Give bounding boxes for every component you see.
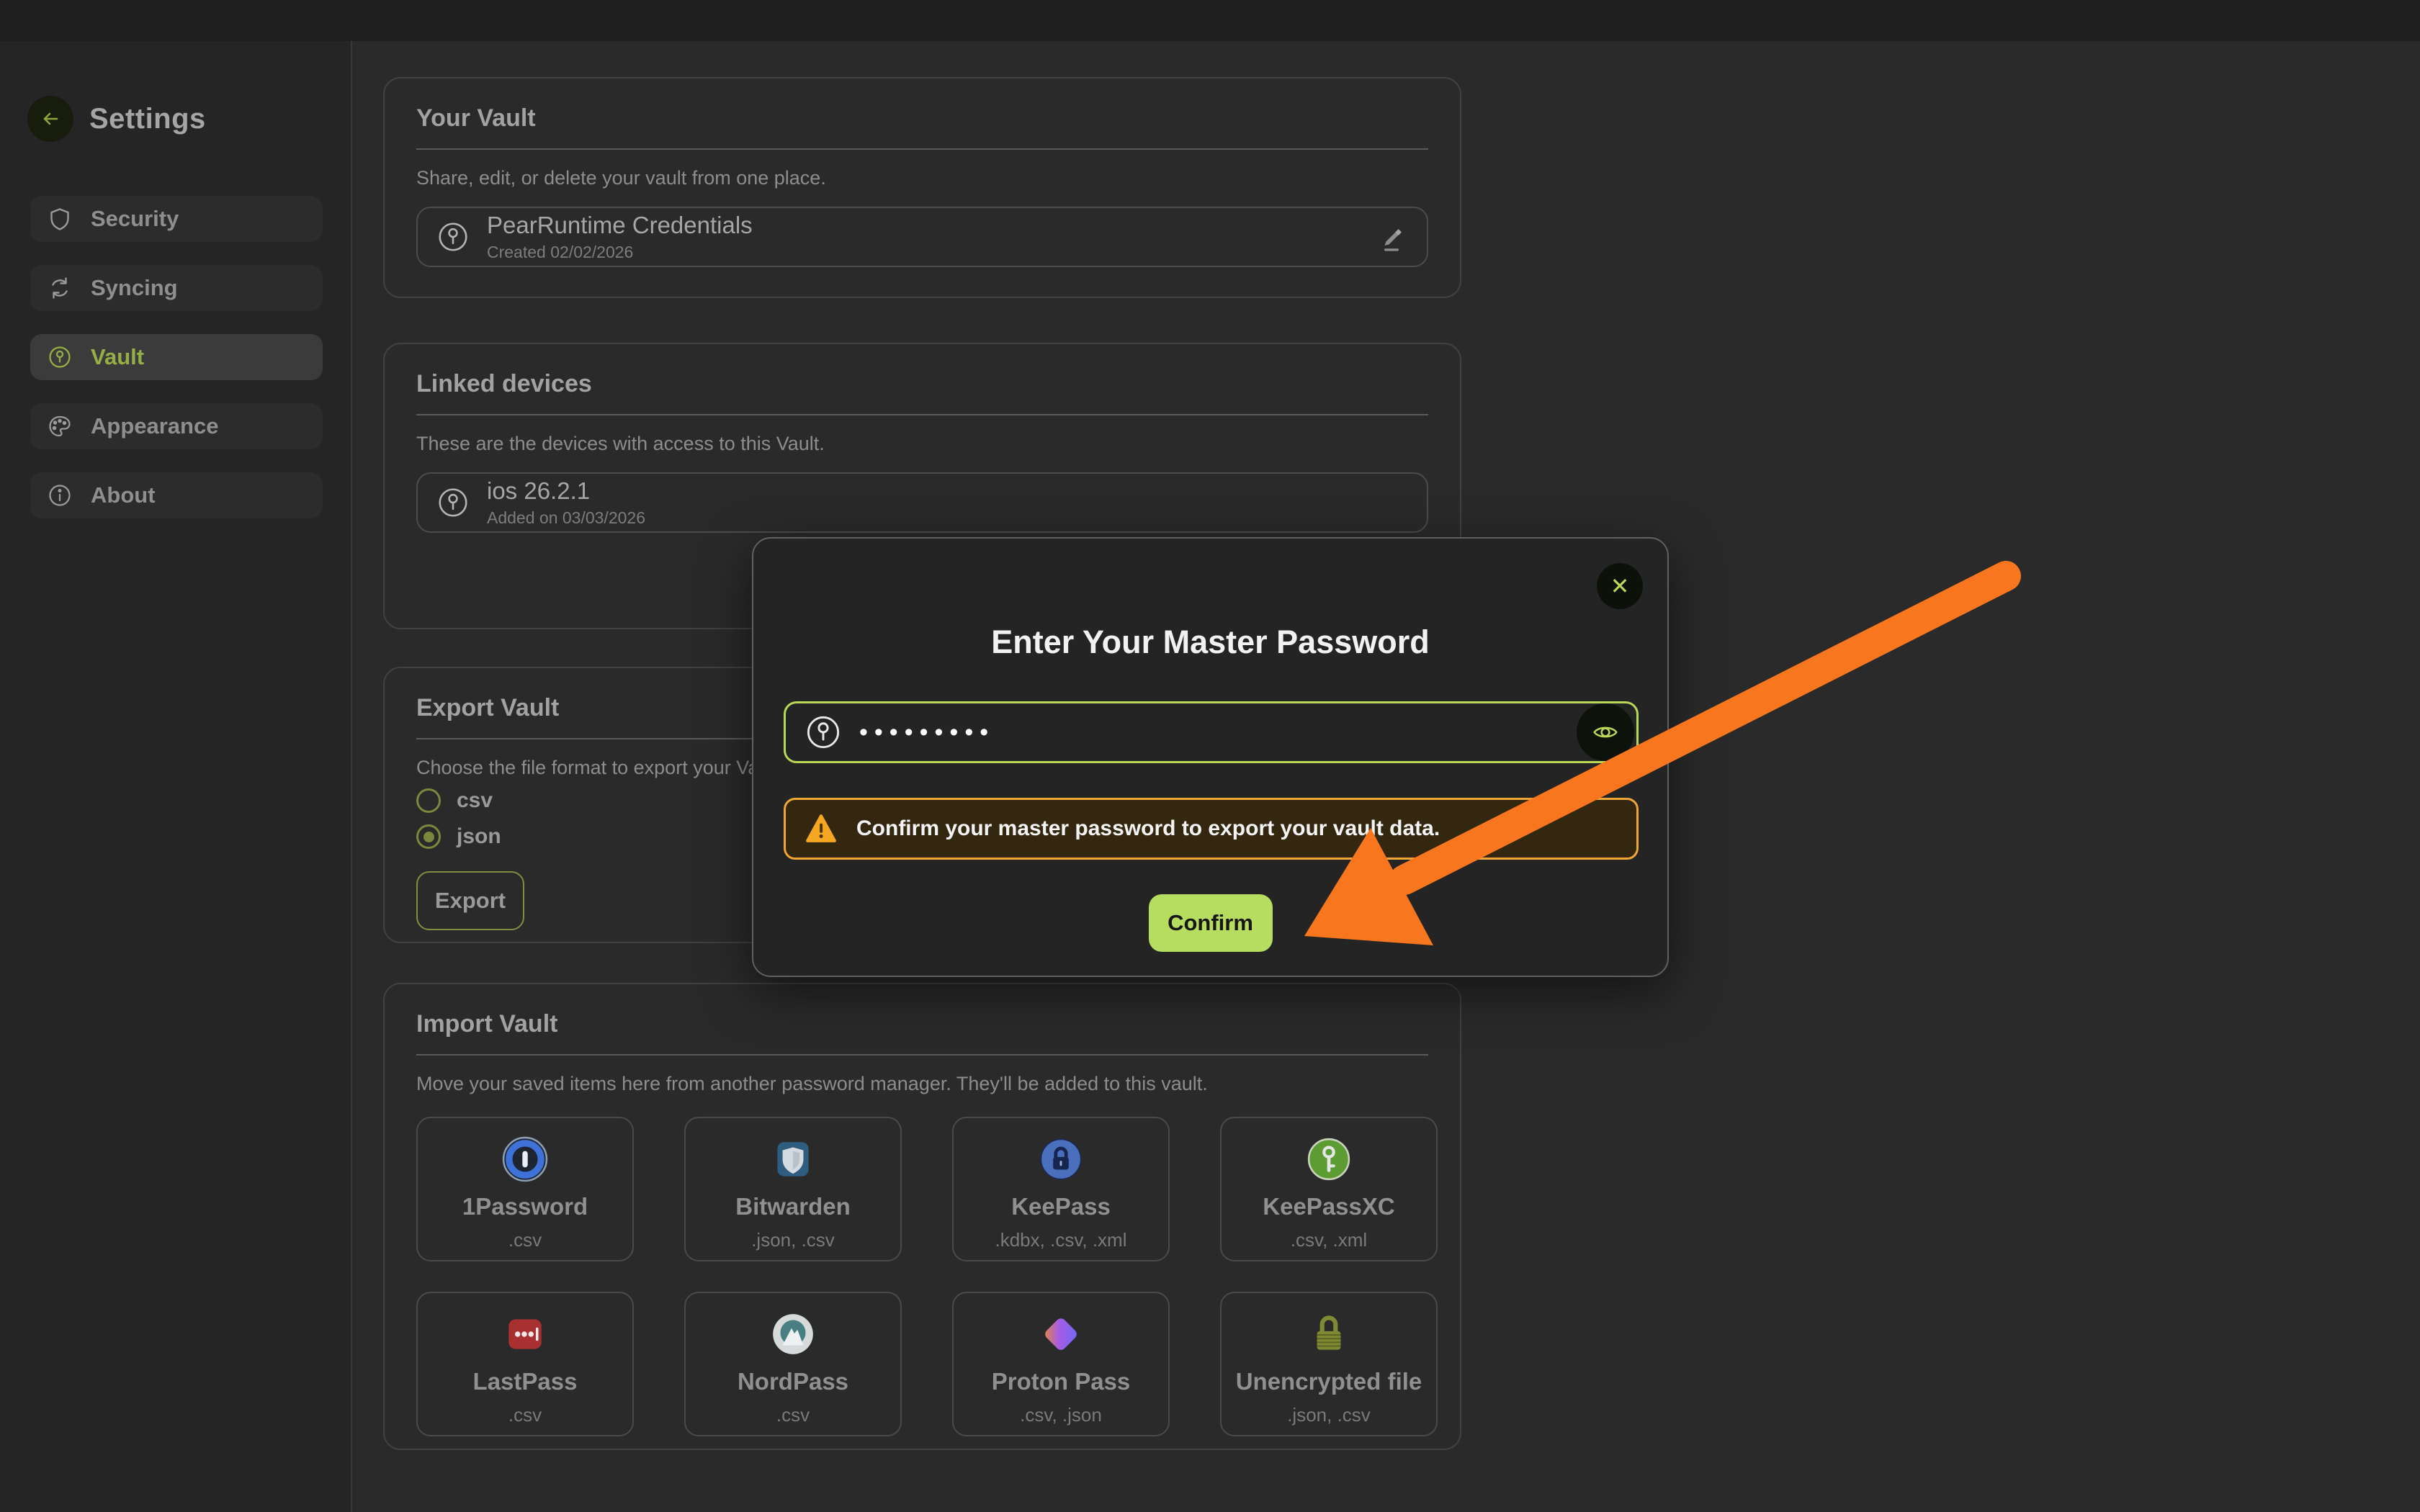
sidebar-item-appearance[interactable]: Appearance (30, 403, 323, 449)
import-tile-1password[interactable]: 1Password .csv (416, 1117, 634, 1261)
radio-button-csv[interactable] (416, 788, 441, 813)
import-tile-nordpass[interactable]: NordPass .csv (684, 1292, 902, 1436)
password-value: ••••••••• (859, 719, 995, 747)
onepassword-icon (501, 1135, 549, 1183)
tile-formats: .csv (508, 1404, 542, 1426)
card-title: Your Vault (416, 104, 1428, 132)
key-circle-icon (48, 345, 72, 369)
tile-name: Unencrypted file (1236, 1368, 1422, 1395)
divider (416, 148, 1428, 150)
sidebar-item-label: Security (91, 206, 179, 232)
radio-label: json (457, 824, 501, 849)
palette-icon (48, 414, 72, 438)
reveal-password-button[interactable] (1577, 703, 1634, 761)
divider (416, 414, 1428, 415)
import-source-grid: 1Password .csv Bitwarden .json, .csv (416, 1117, 1428, 1436)
sidebar-item-syncing[interactable]: Syncing (30, 265, 323, 311)
modal-title: Enter Your Master Password (753, 624, 1667, 661)
warning-banner: Confirm your master password to export y… (784, 798, 1639, 860)
master-password-input[interactable]: ••••••••• (784, 701, 1639, 763)
key-circle-icon (436, 486, 470, 519)
window-top-bar (0, 0, 2420, 41)
tile-formats: .csv (508, 1229, 542, 1251)
tile-formats: .csv, .json (1020, 1404, 1102, 1426)
tile-formats: .kdbx, .csv, .xml (995, 1229, 1127, 1251)
sidebar-item-about[interactable]: About (30, 472, 323, 518)
sidebar-item-vault[interactable]: Vault (30, 334, 323, 380)
vault-list-item[interactable]: PearRuntime Credentials Created 02/02/20… (416, 207, 1428, 267)
your-vault-card: Your Vault Share, edit, or delete your v… (383, 77, 1461, 298)
keepass-icon (1037, 1135, 1085, 1183)
radio-label: csv (457, 788, 493, 813)
sidebar-item-label: Vault (91, 344, 144, 370)
eye-icon (1590, 717, 1621, 747)
card-description: These are the devices with access to thi… (416, 433, 1428, 455)
card-title: Linked devices (416, 370, 1428, 398)
master-password-modal: ✕ Enter Your Master Password ••••••••• C… (752, 537, 1669, 977)
key-circle-icon (436, 220, 470, 253)
nordpass-icon (769, 1310, 817, 1358)
device-list-item[interactable]: ios 26.2.1 Added on 03/03/2026 (416, 472, 1428, 533)
import-tile-bitwarden[interactable]: Bitwarden .json, .csv (684, 1117, 902, 1261)
tile-formats: .json, .csv (751, 1229, 835, 1251)
device-added-date: Added on 03/03/2026 (487, 508, 645, 528)
close-icon: ✕ (1610, 572, 1630, 600)
card-description: Share, edit, or delete your vault from o… (416, 167, 1428, 189)
divider (416, 1054, 1428, 1056)
settings-nav: Security Syncing Vault (30, 196, 323, 541)
vault-created-date: Created 02/02/2026 (487, 243, 753, 262)
lastpass-icon (501, 1310, 549, 1358)
keepassxc-icon (1305, 1135, 1353, 1183)
sidebar-item-security[interactable]: Security (30, 196, 323, 242)
tile-name: KeePass (1011, 1193, 1111, 1220)
protonpass-icon (1037, 1310, 1085, 1358)
tile-name: Bitwarden (735, 1193, 851, 1220)
sidebar-item-label: Syncing (91, 275, 178, 301)
confirm-button[interactable]: Confirm (1149, 894, 1273, 952)
arrow-left-icon (39, 107, 62, 130)
tile-name: KeePassXC (1263, 1193, 1394, 1220)
import-tile-keepassxc[interactable]: KeePassXC .csv, .xml (1220, 1117, 1438, 1261)
settings-sidebar: Settings Security Syncing (0, 41, 352, 1512)
tile-formats: .csv, .xml (1291, 1229, 1367, 1251)
warning-icon (805, 812, 838, 845)
edit-vault-button[interactable] (1376, 221, 1408, 253)
tile-name: 1Password (462, 1193, 588, 1220)
vault-name: PearRuntime Credentials (487, 212, 753, 239)
import-tile-lastpass[interactable]: LastPass .csv (416, 1292, 634, 1436)
sidebar-item-label: About (91, 482, 156, 508)
key-circle-icon (805, 714, 842, 751)
tile-formats: .csv (776, 1404, 810, 1426)
tile-formats: .json, .csv (1287, 1404, 1371, 1426)
card-title: Import Vault (416, 1010, 1428, 1038)
warning-text: Confirm your master password to export y… (856, 816, 1440, 841)
back-button[interactable] (27, 96, 73, 142)
import-tile-unencrypted[interactable]: Unencrypted file .json, .csv (1220, 1292, 1438, 1436)
import-tile-protonpass[interactable]: Proton Pass .csv, .json (952, 1292, 1170, 1436)
pencil-icon (1376, 221, 1408, 253)
page-title: Settings (89, 103, 206, 135)
sidebar-item-label: Appearance (91, 413, 218, 439)
unencrypted-file-icon (1305, 1310, 1353, 1358)
export-button[interactable]: Export (416, 871, 524, 930)
tile-name: LastPass (473, 1368, 578, 1395)
card-description: Move your saved items here from another … (416, 1073, 1428, 1095)
import-tile-keepass[interactable]: KeePass .kdbx, .csv, .xml (952, 1117, 1170, 1261)
info-icon (48, 483, 72, 508)
sync-icon (48, 276, 72, 300)
device-name: ios 26.2.1 (487, 477, 645, 505)
tile-name: NordPass (738, 1368, 848, 1395)
shield-icon (48, 207, 72, 231)
radio-button-json[interactable] (416, 824, 441, 849)
bitwarden-icon (769, 1135, 817, 1183)
import-vault-card: Import Vault Move your saved items here … (383, 983, 1461, 1450)
tile-name: Proton Pass (992, 1368, 1131, 1395)
close-button[interactable]: ✕ (1597, 563, 1643, 609)
